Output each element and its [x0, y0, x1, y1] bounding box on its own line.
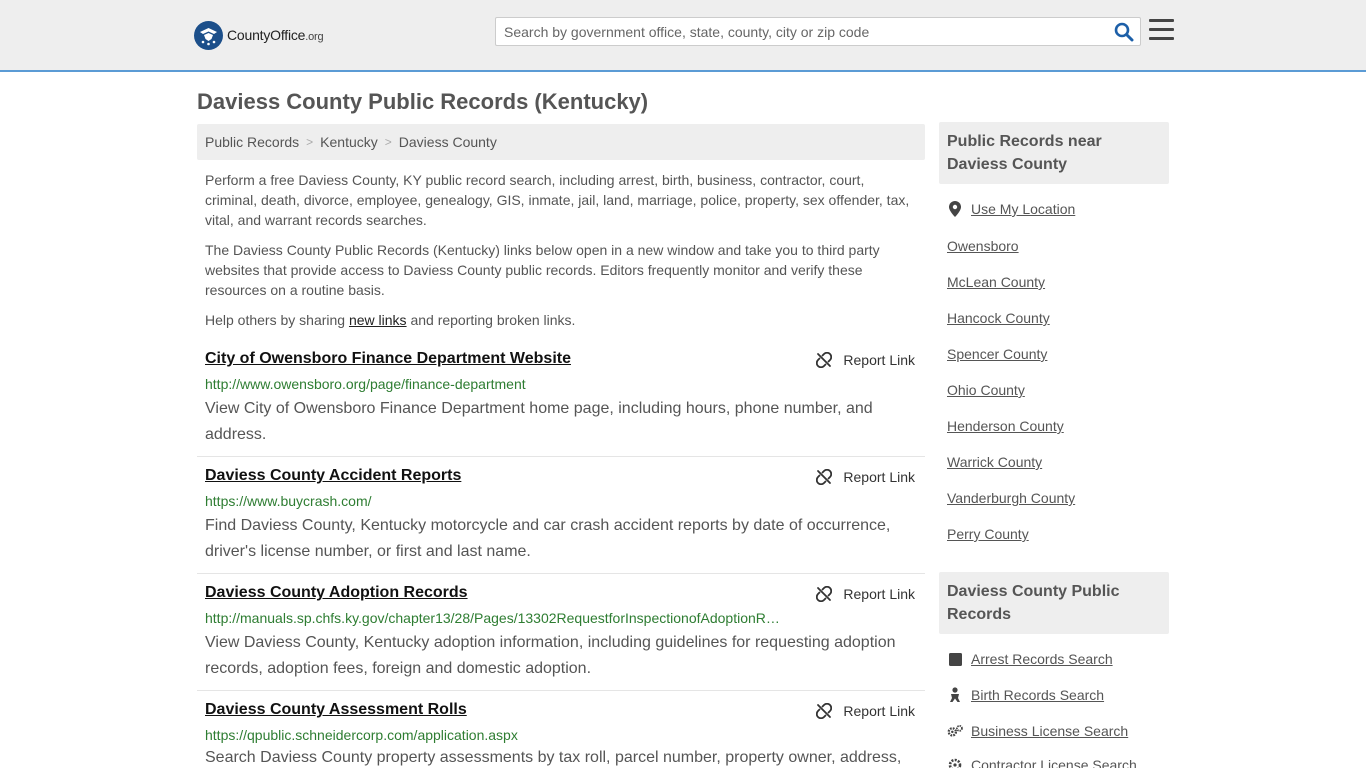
intro-paragraph-2: The Daviess County Public Records (Kentu… [205, 242, 880, 298]
logo-text: CountyOffice.org [227, 27, 324, 43]
breadcrumb-current: Daviess County [398, 134, 497, 150]
map-pin-icon [947, 201, 963, 217]
logo-tld: .org [305, 31, 324, 43]
hamburger-menu-icon[interactable] [1149, 19, 1175, 43]
sidebar-item-henderson-county[interactable]: Henderson County [947, 418, 1064, 434]
report-link-label: Report Link [843, 703, 915, 719]
gears-icon [947, 723, 963, 739]
use-my-location-label: Use My Location [971, 201, 1076, 217]
sidebar-records-heading: Daviess County Public Records [939, 572, 1169, 634]
report-link-label: Report Link [843, 586, 915, 602]
breadcrumb-kentucky[interactable]: Kentucky [320, 134, 378, 150]
record-item: Daviess County Assessment Rolls Report L… [197, 701, 925, 768]
record-description: View Daviess County, Kentucky adoption i… [205, 634, 896, 677]
record-title-link[interactable]: Daviess County Accident Reports [205, 467, 461, 485]
search-bar [495, 17, 1141, 46]
record-item: Daviess County Accident Reports Report L… [197, 467, 925, 574]
intro-paragraph-3: Help others by sharing new links and rep… [205, 310, 917, 330]
square-icon [947, 651, 963, 667]
sidebar-nearby-heading: Public Records near Daviess County [939, 122, 1169, 184]
site-logo[interactable]: CountyOffice.org [194, 20, 324, 50]
broken-link-icon [816, 352, 833, 368]
sidebar-item-perry-county[interactable]: Perry County [947, 526, 1029, 542]
sidebar-item-business-license[interactable]: Business License Search [947, 723, 1128, 739]
sidebar-item-label: Birth Records Search [971, 687, 1105, 703]
sidebar-item-ohio-county[interactable]: Ohio County [947, 382, 1025, 398]
intro-text: Help others by sharing [205, 312, 349, 328]
record-description: Find Daviess County, Kentucky motorcycle… [205, 517, 891, 560]
sidebar-item-owensboro[interactable]: Owensboro [947, 238, 1019, 254]
record-title-link[interactable]: City of Owensboro Finance Department Web… [205, 350, 571, 368]
broken-link-icon [816, 469, 833, 485]
sidebar-item-label: Contractor License Search [971, 757, 1137, 768]
logo-brand: CountyOffice [227, 27, 306, 43]
record-description: View City of Owensboro Finance Departmen… [205, 400, 873, 443]
record-description: Search Daviess County property assessmen… [205, 749, 902, 766]
record-url: https://qpublic.schneidercorp.com/applic… [205, 727, 518, 743]
new-links-link[interactable]: new links [349, 312, 407, 328]
site-header: CountyOffice.org [0, 0, 1366, 72]
breadcrumb-separator: > [306, 135, 314, 149]
report-link-button[interactable]: Report Link [816, 352, 915, 368]
record-item: Daviess County Adoption Records Report L… [197, 584, 925, 691]
breadcrumb-separator: > [384, 135, 392, 149]
sidebar-item-arrest-records[interactable]: Arrest Records Search [947, 651, 1113, 667]
gear-icon [947, 757, 963, 768]
record-title-link[interactable]: Daviess County Assessment Rolls [205, 701, 467, 719]
broken-link-icon [816, 586, 833, 602]
record-item: City of Owensboro Finance Department Web… [197, 350, 925, 457]
report-link-button[interactable]: Report Link [816, 586, 915, 602]
intro-paragraph-1: Perform a free Daviess County, KY public… [205, 172, 910, 228]
sidebar-item-contractor-license[interactable]: Contractor License Search [947, 757, 1137, 768]
sidebar-item-vanderburgh-county[interactable]: Vanderburgh County [947, 490, 1075, 506]
record-title-link[interactable]: Daviess County Adoption Records [205, 584, 468, 602]
county-seal-icon [194, 20, 223, 50]
intro-text: and reporting broken links. [406, 312, 576, 328]
sidebar-item-spencer-county[interactable]: Spencer County [947, 346, 1047, 362]
sidebar-item-birth-records[interactable]: Birth Records Search [947, 687, 1104, 703]
sidebar-item-hancock-county[interactable]: Hancock County [947, 310, 1050, 326]
search-icon[interactable] [1114, 22, 1134, 42]
sidebar-item-label: Business License Search [971, 723, 1129, 739]
sidebar-item-warrick-county[interactable]: Warrick County [947, 454, 1042, 470]
breadcrumb: Public Records > Kentucky > Daviess Coun… [197, 124, 925, 160]
sidebar-item-mclean-county[interactable]: McLean County [947, 274, 1045, 290]
report-link-button[interactable]: Report Link [816, 469, 915, 485]
record-url: http://manuals.sp.chfs.ky.gov/chapter13/… [205, 610, 785, 626]
page-title: Daviess County Public Records (Kentucky) [197, 89, 649, 114]
record-url: http://www.owensboro.org/page/finance-de… [205, 376, 526, 392]
search-input[interactable] [496, 18, 1106, 45]
sidebar-item-label: Arrest Records Search [971, 651, 1113, 667]
use-my-location-link[interactable]: Use My Location [947, 201, 1075, 217]
breadcrumb-public-records[interactable]: Public Records [205, 134, 299, 150]
record-url: https://www.buycrash.com/ [205, 493, 372, 509]
baby-icon [947, 687, 963, 703]
report-link-button[interactable]: Report Link [816, 703, 915, 719]
report-link-label: Report Link [843, 352, 915, 368]
broken-link-icon [816, 703, 833, 719]
report-link-label: Report Link [843, 469, 915, 485]
